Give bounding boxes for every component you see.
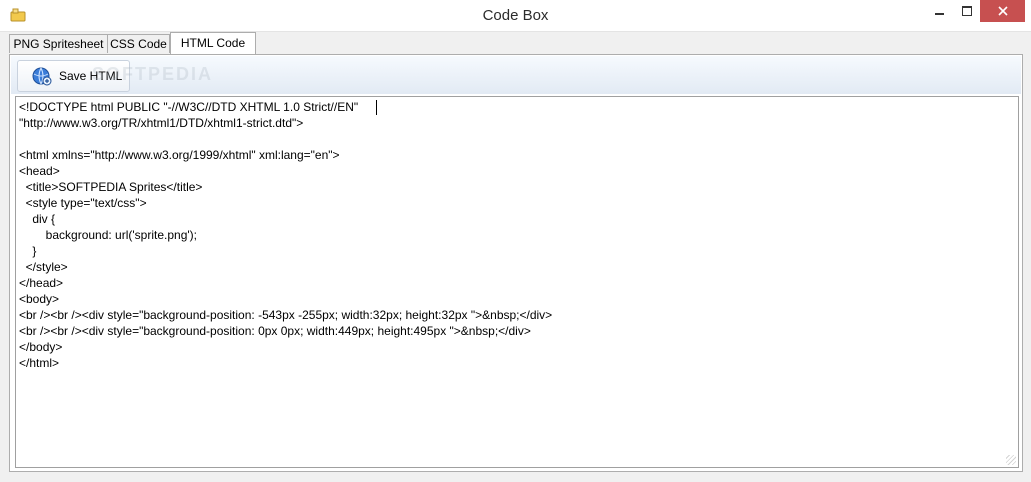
close-button[interactable] — [980, 0, 1025, 22]
code-line: <head> — [19, 164, 60, 178]
minimize-icon — [935, 13, 944, 15]
maximize-icon — [961, 6, 972, 16]
code-line: <!DOCTYPE html PUBLIC "-//W3C//DTD XHTML… — [19, 100, 359, 114]
code-line: <br /><br /><div style="background-posit… — [19, 308, 553, 322]
maximize-button[interactable] — [953, 0, 980, 22]
toolbar: Save HTML SOFTPEDIA — [11, 56, 1021, 94]
code-line: </head> — [19, 276, 64, 290]
code-line: "http://www.w3.org/TR/xhtml1/DTD/xhtml1-… — [19, 116, 304, 130]
code-line: </style> — [19, 260, 68, 274]
code-line: div { — [19, 212, 56, 226]
code-box-window: Code Box PNG Spritesheet CSS Code HTML C… — [0, 0, 1031, 482]
code-line: <title>SOFTPEDIA Sprites</title> — [19, 180, 203, 194]
softpedia-watermark: SOFTPEDIA — [92, 64, 214, 84]
code-line: <style type="text/css"> — [19, 196, 147, 210]
text-caret — [376, 100, 377, 115]
close-icon — [997, 6, 1008, 16]
tab-html-code[interactable]: HTML Code — [170, 32, 256, 55]
code-line: </body> — [19, 340, 63, 354]
html-code-editor[interactable]: <!DOCTYPE html PUBLIC "-//W3C//DTD XHTML… — [15, 96, 1019, 468]
title-bar[interactable]: Code Box — [0, 0, 1031, 32]
code-line: } — [19, 244, 37, 258]
code-line: <br /><br /><div style="background-posit… — [19, 324, 531, 338]
code-line: </html> — [19, 356, 60, 370]
code-line: background: url('sprite.png'); — [19, 228, 197, 242]
code-line: <html xmlns="http://www.w3.org/1999/xhtm… — [19, 148, 340, 162]
code-line: <body> — [19, 292, 60, 306]
tab-png-spritesheet[interactable]: PNG Spritesheet — [9, 34, 108, 53]
resize-grip[interactable] — [1006, 455, 1016, 465]
tab-css-code[interactable]: CSS Code — [107, 34, 170, 53]
code-text[interactable]: <!DOCTYPE html PUBLIC "-//W3C//DTD XHTML… — [19, 99, 552, 371]
html-code-panel: Save HTML SOFTPEDIA <!DOCTYPE html PUBLI… — [9, 54, 1023, 472]
window-title: Code Box — [482, 7, 549, 24]
globe-save-icon — [32, 67, 52, 86]
minimize-button[interactable] — [926, 0, 953, 22]
